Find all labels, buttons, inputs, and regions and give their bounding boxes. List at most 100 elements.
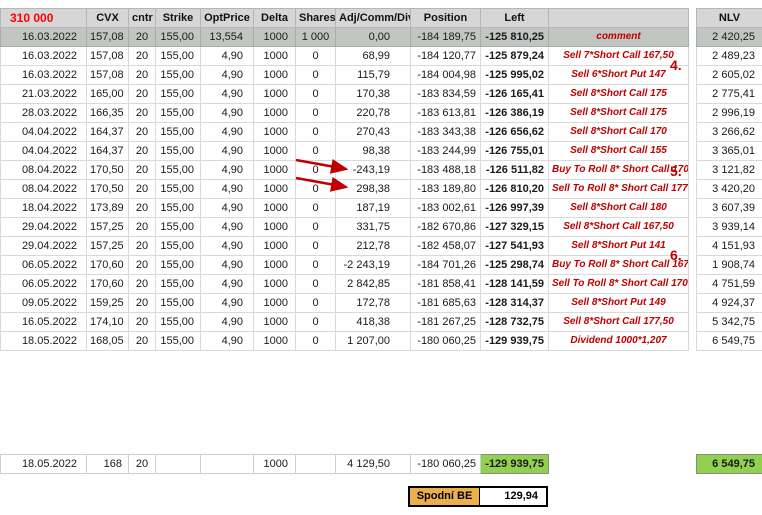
cell-position[interactable]: -184 120,77 — [411, 47, 481, 66]
cell-strike[interactable]: 155,00 — [156, 28, 201, 47]
cell-comment[interactable]: Sell 8*Short Call 175 — [549, 85, 689, 104]
cell-comment[interactable]: Sell 7*Short Call 167,50 — [549, 47, 689, 66]
cell-nlv[interactable]: 3 121,82 — [697, 161, 762, 180]
cell-date[interactable]: 29.04.2022 — [1, 218, 87, 237]
cell-delta[interactable]: 1000 — [254, 47, 296, 66]
cell-left[interactable]: -126 386,19 — [481, 104, 549, 123]
cell-optprice[interactable]: 4,90 — [201, 161, 254, 180]
cell-position[interactable]: -183 244,99 — [411, 142, 481, 161]
nlv-header[interactable]: NLV — [697, 9, 762, 28]
cell-position[interactable]: -181 858,41 — [411, 275, 481, 294]
cell-shares[interactable]: 0 — [296, 332, 336, 351]
cell-adj[interactable]: 115,79 — [336, 66, 411, 85]
cell-cntr[interactable]: 20 — [129, 275, 156, 294]
summary-delta[interactable]: 1000 — [254, 455, 296, 474]
cell-cvx[interactable]: 164,37 — [87, 123, 129, 142]
cell-cvx[interactable]: 165,00 — [87, 85, 129, 104]
cell-cvx[interactable]: 166,35 — [87, 104, 129, 123]
cell-strike[interactable]: 155,00 — [156, 275, 201, 294]
cell-strike[interactable]: 155,00 — [156, 332, 201, 351]
optprice-header[interactable]: OptPrice — [201, 9, 254, 28]
cell-shares[interactable]: 0 — [296, 123, 336, 142]
cell-left[interactable]: -126 997,39 — [481, 199, 549, 218]
shares-header[interactable]: Shares — [296, 9, 336, 28]
cell-strike[interactable]: 155,00 — [156, 66, 201, 85]
summary-cvx[interactable]: 168 — [87, 455, 129, 474]
cell-left[interactable]: -125 995,02 — [481, 66, 549, 85]
cell-position[interactable]: -184 004,98 — [411, 66, 481, 85]
cell-comment[interactable]: Sell 8*Short Call 167,50 — [549, 218, 689, 237]
cell-comment[interactable]: Sell To Roll 8* Short Call 177,50 — [549, 180, 689, 199]
cell-optprice[interactable]: 4,90 — [201, 275, 254, 294]
cell-nlv[interactable]: 3 365,01 — [697, 142, 762, 161]
cell-strike[interactable]: 155,00 — [156, 123, 201, 142]
cell-date[interactable]: 18.04.2022 — [1, 199, 87, 218]
cell-cvx[interactable]: 157,25 — [87, 237, 129, 256]
cell-cvx[interactable]: 174,10 — [87, 313, 129, 332]
cell-delta[interactable]: 1000 — [254, 66, 296, 85]
cell-delta[interactable]: 1000 — [254, 85, 296, 104]
lower-breakeven-value[interactable]: 129,94 — [480, 488, 546, 505]
summary-date[interactable]: 18.05.2022 — [1, 455, 87, 474]
cell-date[interactable]: 06.05.2022 — [1, 256, 87, 275]
cell-position[interactable]: -181 685,63 — [411, 294, 481, 313]
cell-optprice[interactable]: 4,90 — [201, 142, 254, 161]
cell-date[interactable]: 09.05.2022 — [1, 294, 87, 313]
cell-cvx[interactable]: 170,50 — [87, 161, 129, 180]
capital-header[interactable]: 310 000 — [1, 9, 87, 28]
cell-delta[interactable]: 1000 — [254, 218, 296, 237]
cell-delta[interactable]: 1000 — [254, 104, 296, 123]
cell-nlv[interactable]: 1 908,74 — [697, 256, 762, 275]
cell-adj[interactable]: 1 207,00 — [336, 332, 411, 351]
cell-adj[interactable]: 170,38 — [336, 85, 411, 104]
cell-left[interactable]: -128 732,75 — [481, 313, 549, 332]
cell-date[interactable]: 28.03.2022 — [1, 104, 87, 123]
cell-position[interactable]: -182 670,86 — [411, 218, 481, 237]
cell-cntr[interactable]: 20 — [129, 28, 156, 47]
cell-cvx[interactable]: 170,60 — [87, 256, 129, 275]
cell-position[interactable]: -183 613,81 — [411, 104, 481, 123]
summary-cntr[interactable]: 20 — [129, 455, 156, 474]
cell-adj[interactable]: 331,75 — [336, 218, 411, 237]
cell-adj[interactable]: 2 842,85 — [336, 275, 411, 294]
cell-left[interactable]: -126 810,20 — [481, 180, 549, 199]
cell-adj[interactable]: 172,78 — [336, 294, 411, 313]
cell-cntr[interactable]: 20 — [129, 161, 156, 180]
cell-nlv[interactable]: 3 939,14 — [697, 218, 762, 237]
cell-position[interactable]: -183 189,80 — [411, 180, 481, 199]
cell-adj[interactable]: 418,38 — [336, 313, 411, 332]
cell-cntr[interactable]: 20 — [129, 237, 156, 256]
cell-left[interactable]: -126 165,41 — [481, 85, 549, 104]
cell-nlv[interactable]: 5 342,75 — [697, 313, 762, 332]
cell-comment[interactable]: Buy To Roll 8* Short Call 167,50 — [549, 256, 689, 275]
cell-cvx[interactable]: 159,25 — [87, 294, 129, 313]
cell-left[interactable]: -126 755,01 — [481, 142, 549, 161]
cell-adj[interactable]: 0,00 — [336, 28, 411, 47]
cell-comment[interactable]: Sell 8*Short Put 141 — [549, 237, 689, 256]
cell-nlv[interactable]: 3 420,20 — [697, 180, 762, 199]
cell-strike[interactable]: 155,00 — [156, 142, 201, 161]
cell-cvx[interactable]: 157,25 — [87, 218, 129, 237]
summary-nlv[interactable]: 6 549,75 — [697, 455, 762, 474]
cell-strike[interactable]: 155,00 — [156, 161, 201, 180]
cell-position[interactable]: -182 458,07 — [411, 237, 481, 256]
cell-shares[interactable]: 0 — [296, 85, 336, 104]
cell-date[interactable]: 08.04.2022 — [1, 180, 87, 199]
cell-shares[interactable]: 1 000 — [296, 28, 336, 47]
cell-cntr[interactable]: 20 — [129, 256, 156, 275]
cell-date[interactable]: 06.05.2022 — [1, 275, 87, 294]
cell-delta[interactable]: 1000 — [254, 237, 296, 256]
cell-date[interactable]: 04.04.2022 — [1, 123, 87, 142]
cell-delta[interactable]: 1000 — [254, 313, 296, 332]
cell-comment[interactable]: Sell 8*Short Call 170 — [549, 123, 689, 142]
cell-position[interactable]: -181 267,25 — [411, 313, 481, 332]
cell-shares[interactable]: 0 — [296, 256, 336, 275]
cell-date[interactable]: 29.04.2022 — [1, 237, 87, 256]
cell-optprice[interactable]: 4,90 — [201, 256, 254, 275]
cell-position[interactable]: -184 701,26 — [411, 256, 481, 275]
cell-left[interactable]: -128 314,37 — [481, 294, 549, 313]
cell-cntr[interactable]: 20 — [129, 66, 156, 85]
cell-nlv[interactable]: 3 607,39 — [697, 199, 762, 218]
summary-position[interactable]: -180 060,25 — [411, 455, 481, 474]
cell-adj[interactable]: 220,78 — [336, 104, 411, 123]
